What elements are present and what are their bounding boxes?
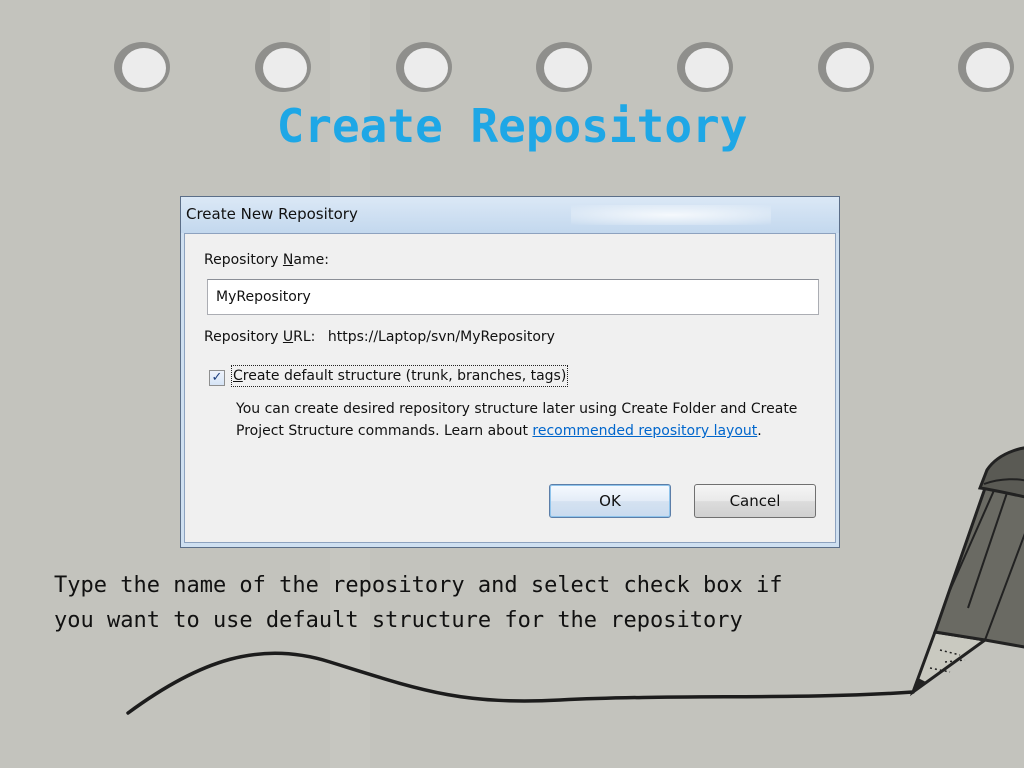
default-structure-label[interactable]: Create default structure (trunk, branche… <box>231 365 569 387</box>
dialog-titlebar[interactable]: Create New Repository <box>181 197 839 233</box>
repository-url-row: Repository URL: https://Laptop/svn/MyRep… <box>204 329 555 345</box>
checkmark-icon: ✓ <box>211 370 223 385</box>
swoosh-line <box>126 651 915 715</box>
slide: Create Repository Create New Repository … <box>0 0 1024 768</box>
binder-hole-icon <box>114 42 170 92</box>
ok-button[interactable]: OK <box>549 484 671 518</box>
dialog-body: Repository Name: Repository URL: https:/… <box>184 233 836 543</box>
structure-help-text: You can create desired repository struct… <box>236 401 798 439</box>
binder-hole-icon <box>396 42 452 92</box>
create-repository-dialog: Create New Repository Repository Name: R… <box>180 196 840 548</box>
repository-name-label: Repository Name: <box>204 252 329 268</box>
slide-caption: Type the name of the repository and sele… <box>54 573 783 633</box>
binder-hole-icon <box>677 42 733 92</box>
cancel-button[interactable]: Cancel <box>694 484 816 518</box>
repository-url-value: https://Laptop/svn/MyRepository <box>327 329 555 345</box>
dialog-title: Create New Repository <box>186 205 358 223</box>
titlebar-glow <box>571 205 771 225</box>
recommended-layout-link[interactable]: recommended repository layout <box>532 423 757 439</box>
slide-title: Create Repository <box>276 99 748 153</box>
repository-url-label: Repository URL: <box>204 329 316 345</box>
binder-hole-icon <box>958 42 1014 92</box>
repository-name-input[interactable] <box>207 279 819 315</box>
default-structure-checkbox[interactable]: ✓ <box>209 370 225 386</box>
binder-hole-icon <box>255 42 311 92</box>
binder-hole-icon <box>536 42 592 92</box>
binder-hole-icon <box>818 42 874 92</box>
